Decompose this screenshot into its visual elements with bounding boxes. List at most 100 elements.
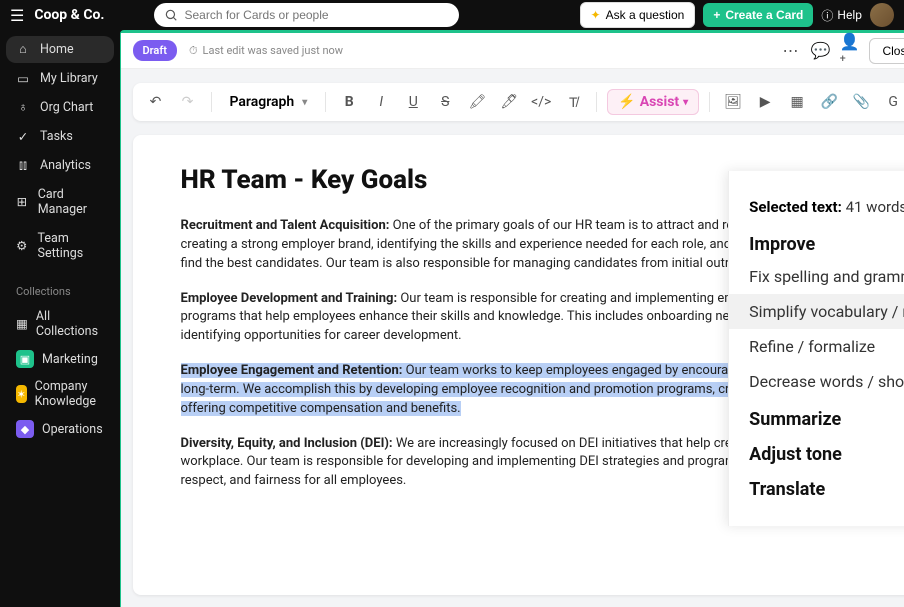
- cardmgr-icon: ⊞: [16, 195, 28, 209]
- assist-heading-improve: Improve: [729, 224, 904, 259]
- editor-toolbar: ↶ ↷ Paragraph ▾ B I U S 🖍 🖊 </> T̸ ⚡ Ass…: [133, 83, 904, 121]
- assist-heading-translate[interactable]: Translate: [729, 469, 904, 504]
- clear-format-icon[interactable]: T̸: [560, 89, 586, 115]
- assist-heading-summarize[interactable]: Summarize: [729, 399, 904, 434]
- google-icon[interactable]: G: [880, 89, 904, 115]
- tasks-icon: ✓: [16, 130, 30, 144]
- assist-option-fix-spelling[interactable]: Fix spelling and grammar: [729, 259, 904, 294]
- menu-icon[interactable]: ☰: [10, 6, 24, 25]
- ask-question-button[interactable]: ✦ Ask a question: [580, 2, 696, 28]
- table-icon[interactable]: ▦: [784, 89, 810, 115]
- nav-label: My Library: [40, 71, 98, 86]
- analytics-icon: ⫾⫾: [16, 159, 30, 173]
- help-label: Help: [837, 8, 862, 22]
- selected-text-info: Selected text: 41 words: [729, 189, 904, 224]
- sidebar-item-tasks[interactable]: ✓ Tasks: [6, 123, 114, 150]
- search-input[interactable]: [184, 8, 449, 22]
- share-user-icon[interactable]: 👤⁺: [839, 40, 861, 62]
- nav-label: Card Manager: [38, 187, 104, 217]
- divider: [596, 92, 597, 112]
- sidebar: ⌂ Home ▭ My Library ♁ Org Chart ✓ Tasks …: [0, 30, 120, 607]
- clock-icon: ⏱: [189, 44, 198, 58]
- selected-label: Selected text:: [749, 198, 842, 216]
- ask-label: Ask a question: [606, 8, 685, 22]
- help-icon: ⓘ: [821, 7, 833, 24]
- topbar: ☰ Coop & Co. ✦ Ask a question + Create a…: [0, 0, 904, 30]
- code-icon[interactable]: </>: [528, 89, 554, 115]
- help-link[interactable]: ⓘ Help: [821, 7, 862, 24]
- save-status: ⏱ Last edit was saved just now: [189, 44, 343, 58]
- nav-label: Marketing: [42, 352, 98, 367]
- assist-option-simplify[interactable]: Simplify vocabulary / remove jargon: [729, 294, 904, 329]
- sidebar-item-library[interactable]: ▭ My Library: [6, 65, 114, 92]
- sidebar-item-operations[interactable]: ◆ Operations: [6, 415, 114, 443]
- color-fill-icon[interactable]: 🖍: [464, 89, 490, 115]
- sidebar-item-all-collections[interactable]: ▦ All Collections: [6, 304, 114, 344]
- attachment-icon[interactable]: 📎: [848, 89, 874, 115]
- sidebar-item-orgchart[interactable]: ♁ Org Chart: [6, 94, 114, 121]
- redo-icon[interactable]: ↷: [175, 89, 201, 115]
- style-label: Paragraph: [230, 94, 295, 110]
- para-heading: Employee Engagement and Retention:: [181, 363, 403, 378]
- underline-icon[interactable]: U: [400, 89, 426, 115]
- assist-menu: Selected text: 41 words Improve Fix spel…: [728, 171, 904, 526]
- collection-badge-icon: ▣: [16, 350, 34, 368]
- topbar-actions: ✦ Ask a question + Create a Card ⓘ Help: [580, 2, 894, 28]
- bold-icon[interactable]: B: [336, 89, 362, 115]
- nav-label: Home: [40, 42, 74, 57]
- link-icon[interactable]: 🔗: [816, 89, 842, 115]
- editor-header: Draft ⏱ Last edit was saved just now ⋯ 💬…: [121, 33, 904, 69]
- avatar[interactable]: [870, 3, 894, 27]
- layout: ⌂ Home ▭ My Library ♁ Org Chart ✓ Tasks …: [0, 30, 904, 607]
- brand-logo: Coop & Co.: [34, 7, 104, 23]
- sidebar-item-company-knowledge[interactable]: ✶ Company Knowledge: [6, 374, 114, 414]
- undo-icon[interactable]: ↶: [143, 89, 169, 115]
- nav-label: Org Chart: [40, 100, 93, 115]
- paragraph-style-select[interactable]: Paragraph ▾: [222, 90, 316, 114]
- assist-button[interactable]: ⚡ Assist ▾: [607, 89, 699, 115]
- para-heading: Employee Development and Training:: [181, 291, 398, 306]
- chevron-down-icon: ▾: [683, 97, 688, 108]
- sidebar-item-marketing[interactable]: ▣ Marketing: [6, 345, 114, 373]
- sidebar-item-analytics[interactable]: ⫾⫾ Analytics: [6, 152, 114, 179]
- sidebar-item-home[interactable]: ⌂ Home: [6, 36, 114, 63]
- gear-icon: ⚙: [16, 239, 28, 253]
- divider: [325, 92, 326, 112]
- sparkle-icon: ✦: [591, 8, 601, 22]
- library-icon: ▭: [16, 72, 30, 86]
- video-icon[interactable]: ▶: [752, 89, 778, 115]
- search-box[interactable]: [154, 3, 459, 27]
- header-actions: ⋯ 💬 👤⁺ Close Next step: [779, 38, 904, 64]
- collections-heading: Collections: [6, 269, 114, 304]
- home-icon: ⌂: [16, 43, 30, 57]
- create-card-button[interactable]: + Create a Card: [703, 3, 813, 27]
- editor-pane: Draft ⏱ Last edit was saved just now ⋯ 💬…: [120, 30, 904, 607]
- plus-icon: +: [713, 8, 720, 22]
- assist-option-shorten[interactable]: Decrease words / shorten: [729, 364, 904, 399]
- assist-option-refine[interactable]: Refine / formalize: [729, 329, 904, 364]
- nav-label: All Collections: [36, 309, 104, 339]
- italic-icon[interactable]: I: [368, 89, 394, 115]
- comment-icon[interactable]: 💬: [809, 40, 831, 62]
- close-button[interactable]: Close: [869, 38, 904, 64]
- more-icon[interactable]: ⋯: [779, 40, 801, 62]
- assist-heading-adjust-tone[interactable]: Adjust tone: [729, 434, 904, 469]
- strikethrough-icon[interactable]: S: [432, 89, 458, 115]
- selected-count: 41 words: [846, 198, 904, 216]
- search-icon: [164, 8, 178, 22]
- assist-label: Assist: [640, 94, 679, 110]
- divider: [211, 92, 212, 112]
- sidebar-item-teamsettings[interactable]: ⚙ Team Settings: [6, 225, 114, 267]
- sidebar-item-cardmanager[interactable]: ⊞ Card Manager: [6, 181, 114, 223]
- nav-label: Operations: [42, 422, 103, 437]
- divider: [709, 92, 710, 112]
- image-icon[interactable]: 🖼: [720, 89, 746, 115]
- highlight-icon[interactable]: 🖊: [496, 89, 522, 115]
- lightning-icon: ⚡: [618, 94, 635, 110]
- grid-icon: ▦: [16, 317, 28, 331]
- org-icon: ♁: [16, 101, 30, 115]
- create-label: Create a Card: [725, 8, 803, 22]
- para-heading: Recruitment and Talent Acquisition:: [181, 218, 390, 233]
- draft-status-badge: Draft: [133, 40, 177, 61]
- nav-label: Team Settings: [38, 231, 104, 261]
